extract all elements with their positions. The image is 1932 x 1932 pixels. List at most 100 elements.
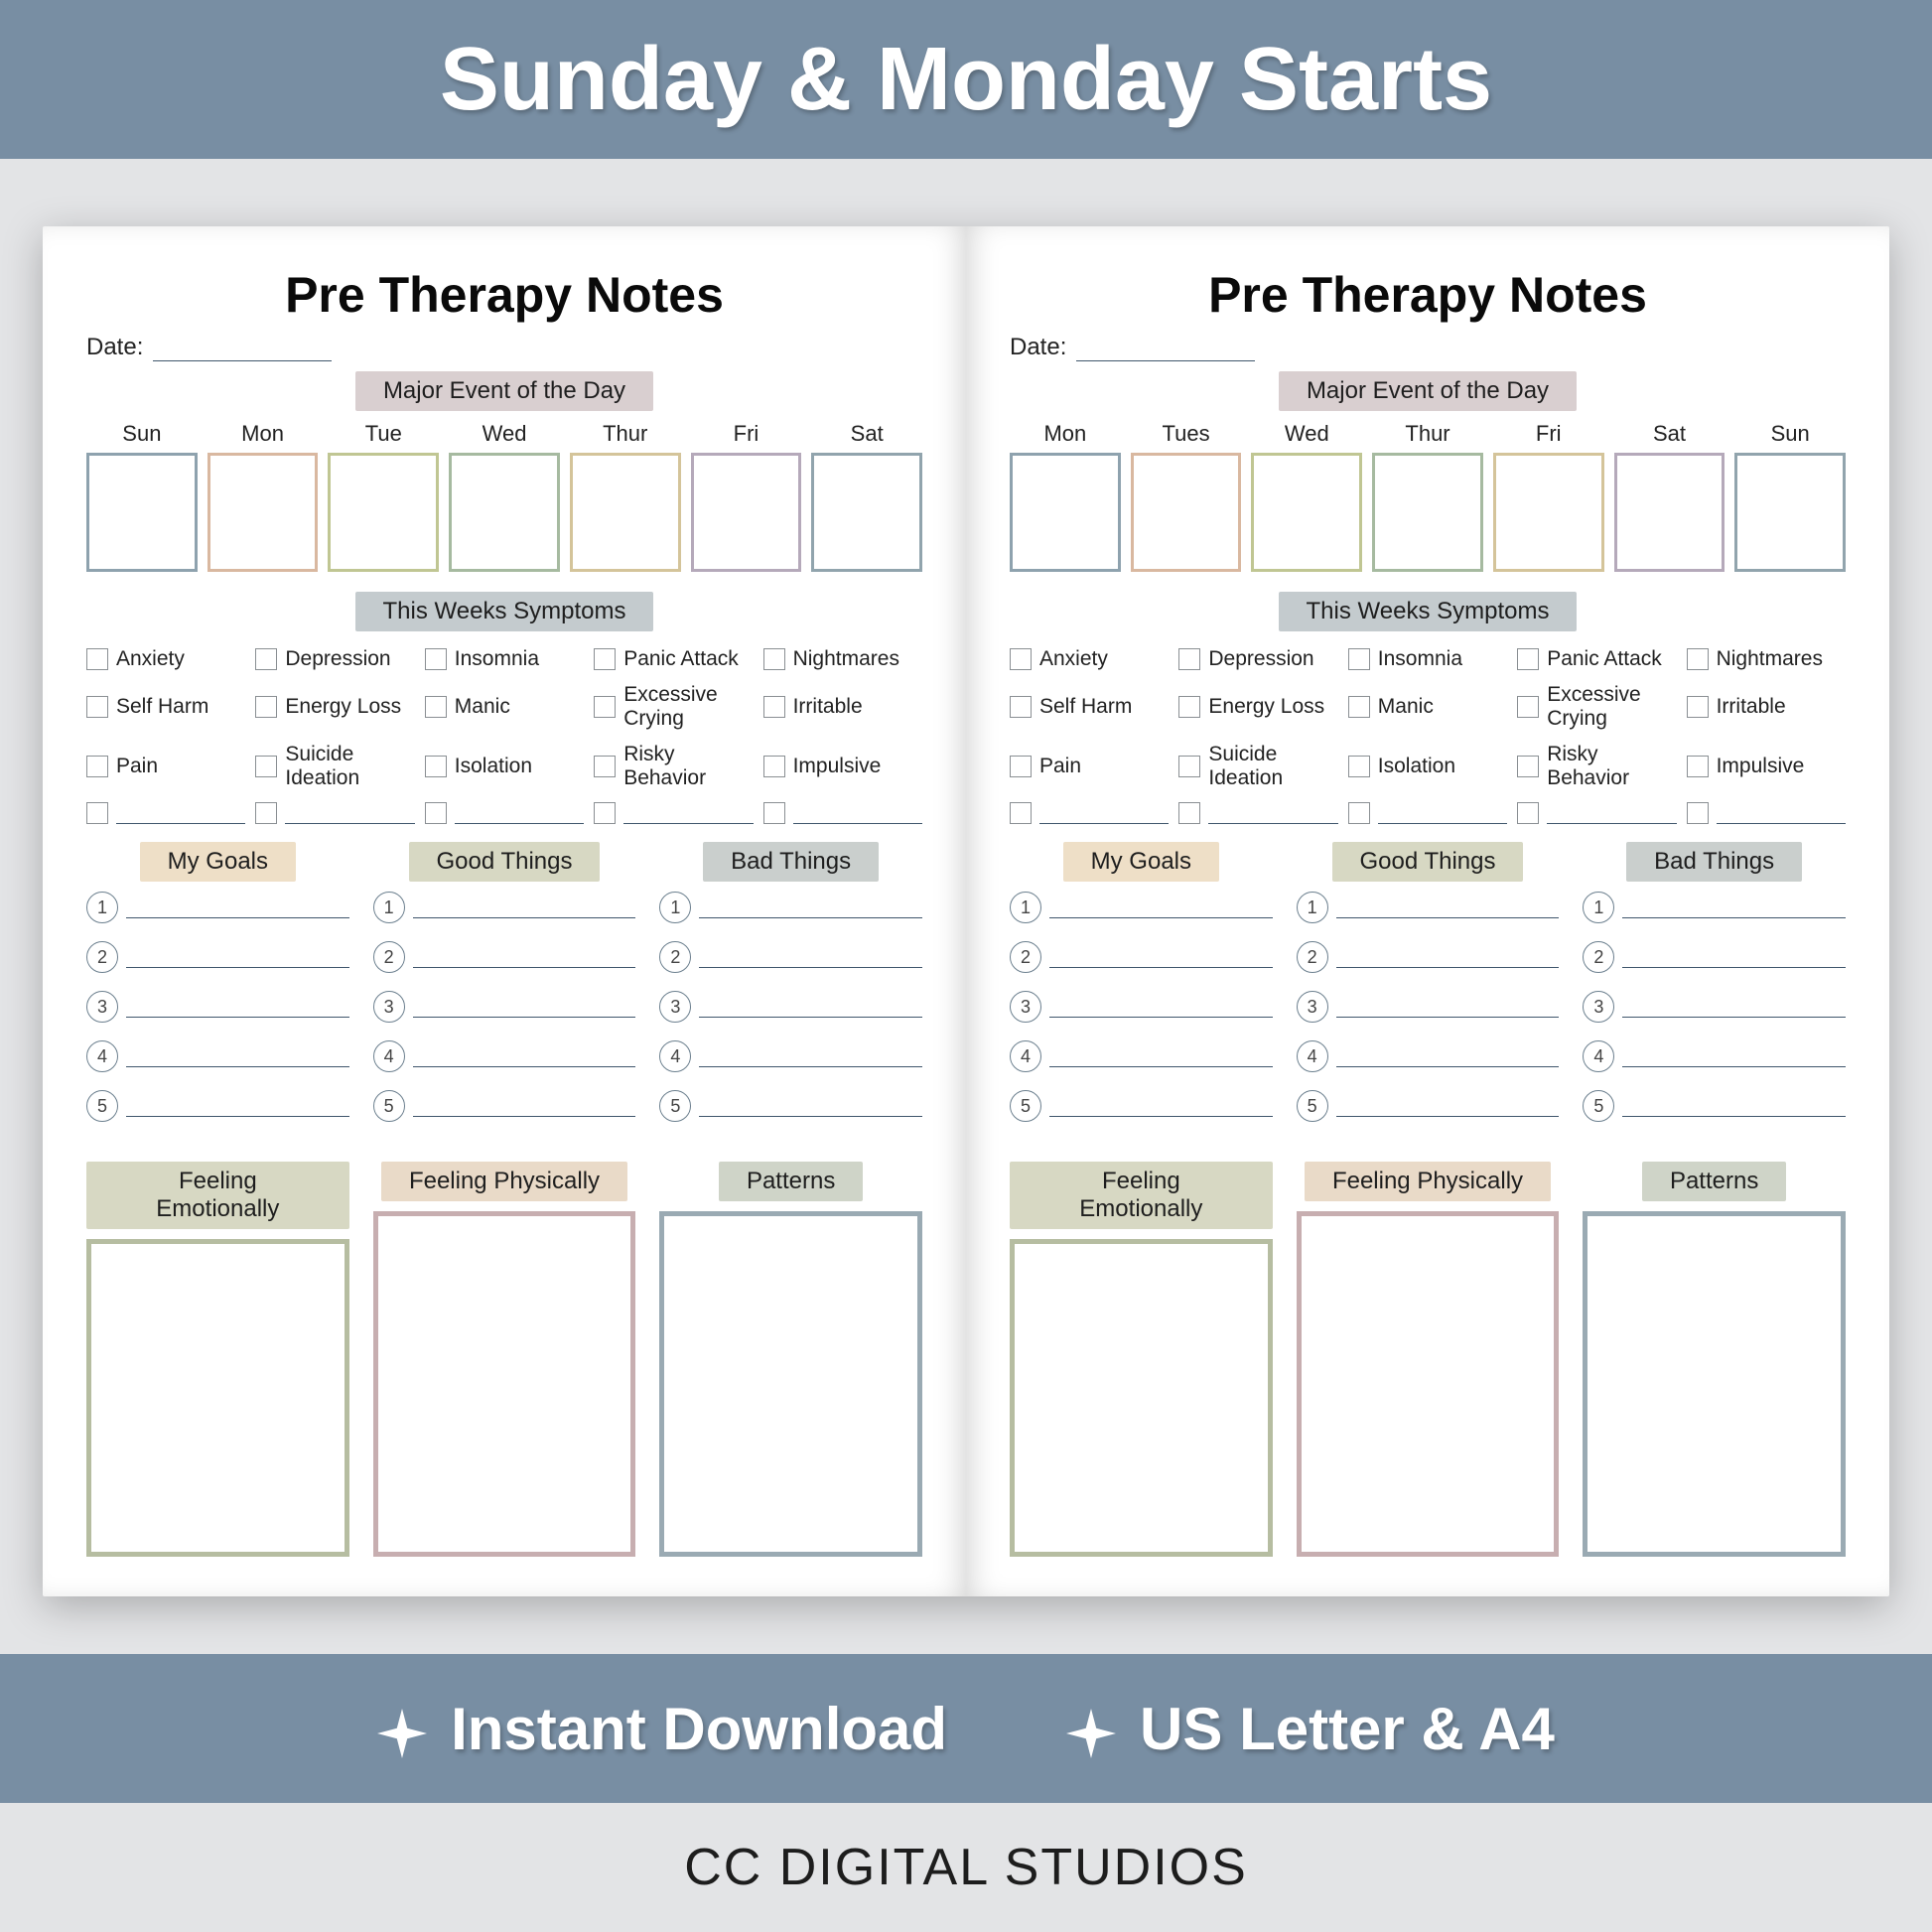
checkbox[interactable] [255, 802, 277, 824]
checkbox[interactable] [255, 756, 277, 777]
checkbox[interactable] [594, 648, 616, 670]
patterns-box[interactable] [659, 1211, 922, 1557]
checkbox[interactable] [425, 802, 447, 824]
day-box[interactable] [570, 453, 681, 572]
checkbox[interactable] [594, 802, 616, 824]
write-in-line[interactable] [1547, 804, 1676, 824]
list-line[interactable] [126, 1095, 349, 1117]
list-line[interactable] [1049, 996, 1273, 1018]
list-line[interactable] [413, 1095, 636, 1117]
list-line[interactable] [699, 1095, 922, 1117]
checkbox[interactable] [86, 756, 108, 777]
list-line[interactable] [413, 946, 636, 968]
list-line[interactable] [1049, 946, 1273, 968]
checkbox[interactable] [255, 696, 277, 718]
list-line[interactable] [1336, 1095, 1560, 1117]
checkbox[interactable] [86, 696, 108, 718]
write-in-line[interactable] [1208, 804, 1337, 824]
checkbox[interactable] [425, 648, 447, 670]
list-line[interactable] [126, 946, 349, 968]
feeling-physically-box[interactable] [373, 1211, 636, 1557]
day-box[interactable] [1734, 453, 1846, 572]
day-box[interactable] [1493, 453, 1604, 572]
checkbox[interactable] [425, 696, 447, 718]
list-line[interactable] [1622, 1095, 1846, 1117]
write-in-line[interactable] [1378, 804, 1507, 824]
checkbox[interactable] [1348, 648, 1370, 670]
list-line[interactable] [413, 1045, 636, 1067]
day-box[interactable] [1251, 453, 1362, 572]
day-box[interactable] [811, 453, 922, 572]
checkbox[interactable] [1348, 696, 1370, 718]
checkbox[interactable] [1517, 696, 1539, 718]
list-line[interactable] [413, 996, 636, 1018]
list-line[interactable] [699, 996, 922, 1018]
list-line[interactable] [699, 1045, 922, 1067]
checkbox[interactable] [1010, 802, 1032, 824]
checkbox[interactable] [1687, 648, 1709, 670]
checkbox[interactable] [1517, 756, 1539, 777]
write-in-line[interactable] [1717, 804, 1846, 824]
list-line[interactable] [1336, 996, 1560, 1018]
day-box[interactable] [691, 453, 802, 572]
checkbox[interactable] [1178, 756, 1200, 777]
checkbox[interactable] [1178, 648, 1200, 670]
list-line[interactable] [126, 1045, 349, 1067]
list-line[interactable] [1336, 946, 1560, 968]
list-line[interactable] [1336, 897, 1560, 918]
checkbox[interactable] [86, 648, 108, 670]
checkbox[interactable] [1517, 648, 1539, 670]
checkbox[interactable] [255, 648, 277, 670]
day-box[interactable] [1372, 453, 1483, 572]
checkbox[interactable] [763, 802, 785, 824]
feeling-emotionally-box[interactable] [1010, 1239, 1273, 1557]
list-line[interactable] [1622, 1045, 1846, 1067]
write-in-line[interactable] [1039, 804, 1169, 824]
checkbox[interactable] [1687, 696, 1709, 718]
checkbox[interactable] [1348, 756, 1370, 777]
checkbox[interactable] [1687, 756, 1709, 777]
checkbox[interactable] [1178, 802, 1200, 824]
list-line[interactable] [1049, 1045, 1273, 1067]
day-box[interactable] [86, 453, 198, 572]
date-input-line[interactable] [153, 340, 332, 361]
list-line[interactable] [126, 996, 349, 1018]
checkbox[interactable] [1010, 648, 1032, 670]
checkbox[interactable] [594, 756, 616, 777]
day-box[interactable] [207, 453, 319, 572]
list-line[interactable] [1622, 996, 1846, 1018]
list-line[interactable] [1049, 897, 1273, 918]
feeling-emotionally-box[interactable] [86, 1239, 349, 1557]
checkbox[interactable] [425, 756, 447, 777]
checkbox[interactable] [763, 696, 785, 718]
write-in-line[interactable] [793, 804, 922, 824]
day-box[interactable] [1614, 453, 1725, 572]
checkbox[interactable] [86, 802, 108, 824]
patterns-box[interactable] [1583, 1211, 1846, 1557]
checkbox[interactable] [1348, 802, 1370, 824]
checkbox[interactable] [1010, 696, 1032, 718]
list-line[interactable] [126, 897, 349, 918]
list-line[interactable] [699, 946, 922, 968]
list-line[interactable] [1049, 1095, 1273, 1117]
checkbox[interactable] [594, 696, 616, 718]
day-box[interactable] [1131, 453, 1242, 572]
checkbox[interactable] [1178, 696, 1200, 718]
checkbox[interactable] [763, 648, 785, 670]
write-in-line[interactable] [623, 804, 753, 824]
list-line[interactable] [1622, 946, 1846, 968]
day-box[interactable] [328, 453, 439, 572]
list-line[interactable] [1336, 1045, 1560, 1067]
list-line[interactable] [699, 897, 922, 918]
date-input-line[interactable] [1076, 340, 1255, 361]
day-box[interactable] [1010, 453, 1121, 572]
checkbox[interactable] [763, 756, 785, 777]
list-line[interactable] [413, 897, 636, 918]
write-in-line[interactable] [455, 804, 584, 824]
write-in-line[interactable] [116, 804, 245, 824]
day-box[interactable] [449, 453, 560, 572]
checkbox[interactable] [1687, 802, 1709, 824]
checkbox[interactable] [1010, 756, 1032, 777]
list-line[interactable] [1622, 897, 1846, 918]
write-in-line[interactable] [285, 804, 414, 824]
